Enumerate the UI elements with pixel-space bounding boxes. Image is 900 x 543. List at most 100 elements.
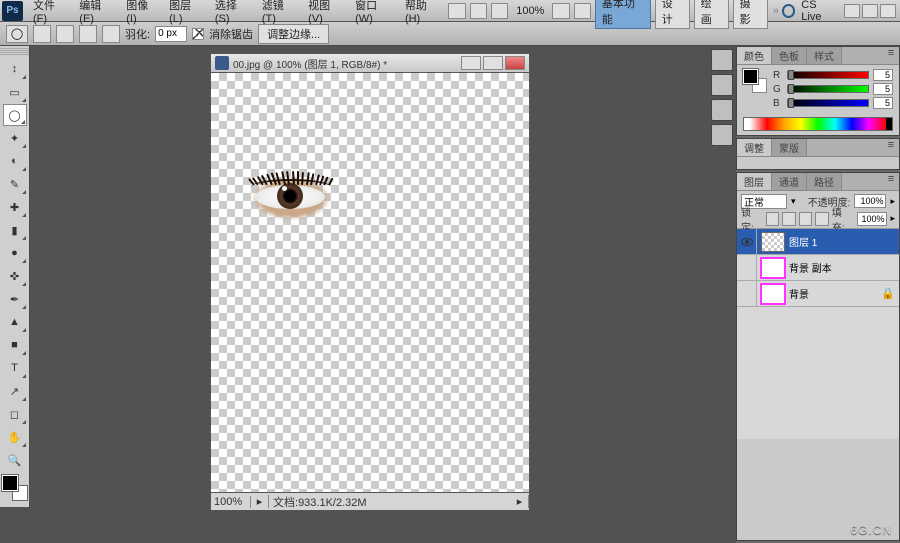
crop-tool[interactable]: ◐ (3, 150, 27, 172)
wand-tool[interactable]: ✦ (3, 127, 27, 149)
layer-row[interactable]: 背景 副本 (737, 255, 899, 281)
layer-row[interactable]: 图层 1 (737, 229, 899, 255)
menu-edit[interactable]: 编辑(E) (73, 0, 120, 25)
antialias-checkbox[interactable] (192, 28, 204, 40)
r-slider[interactable] (787, 71, 869, 79)
status-menu[interactable]: ▸ (511, 495, 529, 508)
selection-intersect[interactable] (102, 25, 120, 43)
tab-paths[interactable]: 路径 (807, 173, 842, 190)
history-brush-tool[interactable]: ✜ (3, 265, 27, 287)
menu-layer[interactable]: 图层(L) (163, 0, 209, 25)
adjust-panel-menu[interactable]: ≡ (883, 139, 899, 156)
screenmode-icon[interactable] (574, 3, 591, 19)
layer-name[interactable]: 背景 (789, 286, 881, 301)
lasso-tool[interactable]: ◯ (3, 104, 27, 126)
visibility-toggle[interactable] (737, 229, 757, 254)
selection-new[interactable] (33, 25, 51, 43)
hand-tool[interactable]: ✋ (3, 426, 27, 448)
viewextras-icon[interactable] (491, 3, 508, 19)
menu-image[interactable]: 图像(I) (120, 0, 163, 25)
arrange-icon[interactable] (552, 3, 569, 19)
workspace-essentials[interactable]: 基本功能 (595, 0, 651, 29)
zoom-tool[interactable]: 🔍 (3, 449, 27, 471)
eraser-tool[interactable]: ✒ (3, 288, 27, 310)
g-slider[interactable] (787, 85, 869, 93)
tab-swatches[interactable]: 色板 (772, 47, 807, 64)
b-slider[interactable] (787, 99, 869, 107)
layer-name[interactable]: 图层 1 (789, 234, 899, 249)
menu-file[interactable]: 文件(F) (27, 0, 73, 25)
menu-window[interactable]: 窗口(W) (349, 0, 399, 25)
workspace-more[interactable]: » (773, 5, 779, 17)
doc-close[interactable] (505, 56, 525, 70)
menu-help[interactable]: 帮助(H) (399, 0, 447, 25)
layer-thumbnail[interactable] (761, 258, 785, 278)
canvas[interactable] (210, 73, 530, 493)
doc-minimize[interactable] (461, 56, 481, 70)
r-value[interactable]: 5 (873, 69, 893, 81)
minibridge-icon[interactable] (470, 3, 487, 19)
toolbox-grip[interactable] (0, 48, 29, 56)
status-chevron[interactable]: ▸ (251, 495, 269, 508)
selection-subtract[interactable] (79, 25, 97, 43)
document-titlebar[interactable]: 00.jpg @ 100% (图层 1, RGB/8#) * (210, 53, 530, 73)
heal-tool[interactable]: ✚ (3, 196, 27, 218)
workspace-photography[interactable]: 摄影 (733, 0, 768, 29)
color-ramp[interactable] (743, 117, 893, 131)
lock-position-icon[interactable] (799, 212, 813, 226)
layers-panel-menu[interactable]: ≡ (883, 173, 899, 190)
tool-preset[interactable]: ◯ (6, 25, 28, 43)
stamp-tool[interactable]: ● (3, 242, 27, 264)
lock-all-icon[interactable] (815, 212, 829, 226)
g-value[interactable]: 5 (873, 83, 893, 95)
layer-row[interactable]: 背景 🔒 (737, 281, 899, 307)
status-docsize[interactable]: 文档:933.1K/2.32M (269, 494, 511, 510)
layer-name[interactable]: 背景 副本 (789, 260, 899, 275)
shape-tool[interactable]: ◻ (3, 403, 27, 425)
refine-edge-button[interactable]: 调整边缘... (258, 24, 329, 44)
brush-tool[interactable]: ▮ (3, 219, 27, 241)
tab-masks[interactable]: 蒙版 (772, 139, 807, 156)
properties-panel-icon[interactable] (711, 74, 733, 96)
eyedropper-tool[interactable]: ✎ (3, 173, 27, 195)
mini-fg-color[interactable] (743, 69, 758, 84)
pen-tool[interactable]: ↗ (3, 380, 27, 402)
type-tool[interactable]: T (3, 357, 27, 379)
window-maximize[interactable] (862, 4, 878, 18)
feather-input[interactable]: 0 px (155, 26, 187, 42)
lock-pixels-icon[interactable] (782, 212, 796, 226)
cslive-label[interactable]: CS Live (801, 0, 838, 23)
color-swatches[interactable] (2, 475, 28, 501)
bridge-icon[interactable] (448, 3, 465, 19)
blur-tool[interactable]: ■ (3, 334, 27, 356)
window-close[interactable] (880, 4, 896, 18)
workspace-painting[interactable]: 绘画 (694, 0, 729, 29)
cslive-icon[interactable] (782, 4, 796, 18)
tab-color[interactable]: 颜色 (737, 47, 772, 64)
foreground-color[interactable] (2, 475, 18, 491)
tab-adjustments[interactable]: 调整 (737, 139, 772, 156)
gradient-tool[interactable]: ▲ (3, 311, 27, 333)
zoom-level[interactable]: 100% (510, 5, 550, 17)
status-zoom[interactable]: 100% (211, 496, 251, 508)
workspace-design[interactable]: 设计 (655, 0, 690, 29)
layer-thumbnail[interactable] (761, 232, 785, 252)
paragraph-panel-icon[interactable] (711, 124, 733, 146)
marquee-tool[interactable]: ▭ (3, 81, 27, 103)
character-panel-icon[interactable] (711, 99, 733, 121)
menu-view[interactable]: 视图(V) (302, 0, 349, 25)
visibility-toggle[interactable] (737, 255, 757, 280)
window-minimize[interactable] (844, 4, 860, 18)
menu-filter[interactable]: 滤镜(T) (256, 0, 302, 25)
lock-transparency-icon[interactable] (766, 212, 780, 226)
tab-layers[interactable]: 图层 (737, 173, 772, 190)
selection-add[interactable] (56, 25, 74, 43)
layer-thumbnail[interactable] (761, 284, 785, 304)
color-panel-menu[interactable]: ≡ (883, 47, 899, 64)
color-fgbg[interactable] (743, 69, 767, 93)
tab-channels[interactable]: 通道 (772, 173, 807, 190)
tab-styles[interactable]: 样式 (807, 47, 842, 64)
move-tool[interactable]: ↕ (3, 58, 27, 80)
b-value[interactable]: 5 (873, 97, 893, 109)
visibility-toggle[interactable] (737, 281, 757, 306)
